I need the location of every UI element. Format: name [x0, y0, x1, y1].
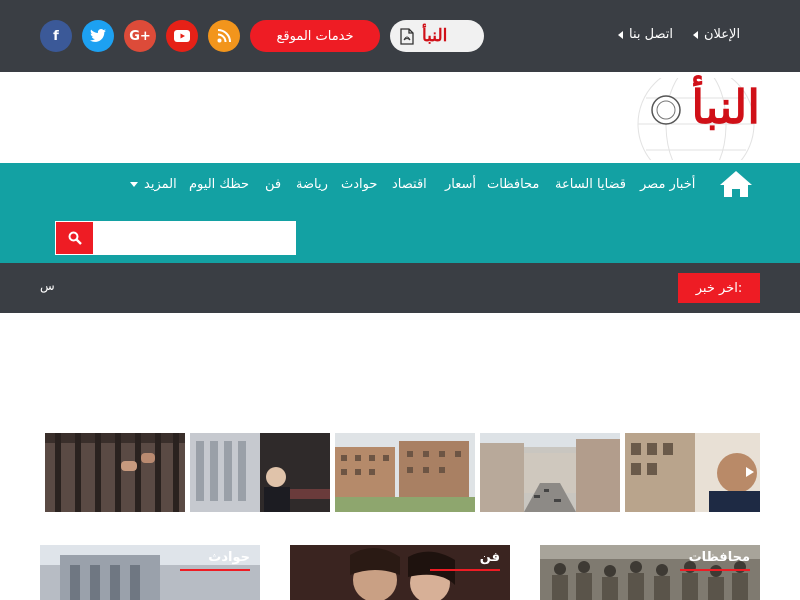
nav-item-sports[interactable]: رياضة: [296, 177, 328, 192]
nav-item-hour-issues[interactable]: قضايا الساعة: [555, 177, 626, 192]
top-bar: f G+ خدمات الموقع النبأ اتصل بنا الإعلان: [0, 0, 800, 72]
advertising-label: الإعلان: [704, 27, 741, 42]
card-category-label: فن: [430, 550, 500, 571]
category-card-incidents[interactable]: حوادث: [40, 545, 260, 600]
street-view-image: [480, 433, 620, 512]
caret-down-icon: [130, 182, 138, 187]
slider-next-icon[interactable]: [746, 467, 754, 477]
logo-wordmark: النبأ: [691, 80, 760, 134]
nav-item-prices[interactable]: أسعار: [445, 177, 476, 192]
ticker-text[interactable]: س: [40, 279, 55, 293]
header: النبأ: [0, 72, 800, 163]
news-thumbnail[interactable]: [45, 433, 185, 512]
prison-bars-image: [45, 433, 185, 512]
caret-left-icon: [693, 30, 698, 39]
news-thumbnail[interactable]: [480, 433, 620, 512]
pdf-edition-button[interactable]: النبأ: [390, 20, 484, 52]
category-card-governorates[interactable]: محافظات: [540, 545, 760, 600]
card-category-label: حوادث: [180, 550, 250, 571]
google-plus-icon[interactable]: G+: [124, 20, 156, 52]
pdf-icon: [400, 27, 414, 45]
advertising-link[interactable]: الإعلان: [693, 27, 740, 42]
page: f G+ خدمات الموقع النبأ اتصل بنا الإعلان: [0, 0, 800, 600]
caret-left-icon: [618, 30, 623, 39]
latest-news-badge: اخر خبر:: [678, 273, 760, 303]
main-nav: أخبار مصر قضايا الساعة محافظات أسعار اقت…: [0, 163, 800, 263]
search-input[interactable]: [94, 221, 296, 255]
breaking-news-ticker: اخر خبر: س: [0, 263, 800, 313]
contact-us-label: اتصل بنا: [629, 27, 673, 42]
home-icon[interactable]: [718, 169, 754, 201]
pdf-logo: النبأ: [422, 26, 448, 46]
nav-item-economy[interactable]: اقتصاد: [392, 177, 427, 192]
category-card-art[interactable]: فن: [290, 545, 510, 600]
ministry-official-image: [625, 433, 760, 512]
youtube-icon[interactable]: [166, 20, 198, 52]
nav-item-art[interactable]: فن: [265, 177, 281, 192]
site-services-button[interactable]: خدمات الموقع: [250, 20, 380, 52]
site-logo[interactable]: النبأ: [606, 78, 760, 160]
rss-icon[interactable]: [208, 20, 240, 52]
housing-buildings-image: [335, 433, 475, 512]
more-label: المزيد: [144, 177, 177, 192]
card-category-label: محافظات: [680, 550, 750, 571]
news-thumbnail[interactable]: [625, 433, 760, 512]
news-thumbnail[interactable]: [335, 433, 475, 512]
news-thumbnail[interactable]: [190, 433, 330, 512]
contact-us-link[interactable]: اتصل بنا: [618, 27, 673, 42]
nav-item-horoscope[interactable]: حظك اليوم: [189, 177, 249, 192]
search-button[interactable]: [55, 221, 94, 255]
nav-item-governorates[interactable]: محافظات: [487, 177, 539, 192]
twitter-icon[interactable]: [82, 20, 114, 52]
officials-image: [190, 433, 330, 512]
facebook-icon[interactable]: f: [40, 20, 72, 52]
search-icon: [68, 231, 82, 245]
nav-item-more[interactable]: المزيد: [130, 177, 177, 192]
nav-item-incidents[interactable]: حوادث: [341, 177, 377, 192]
nav-item-egypt-news[interactable]: أخبار مصر: [640, 177, 695, 192]
